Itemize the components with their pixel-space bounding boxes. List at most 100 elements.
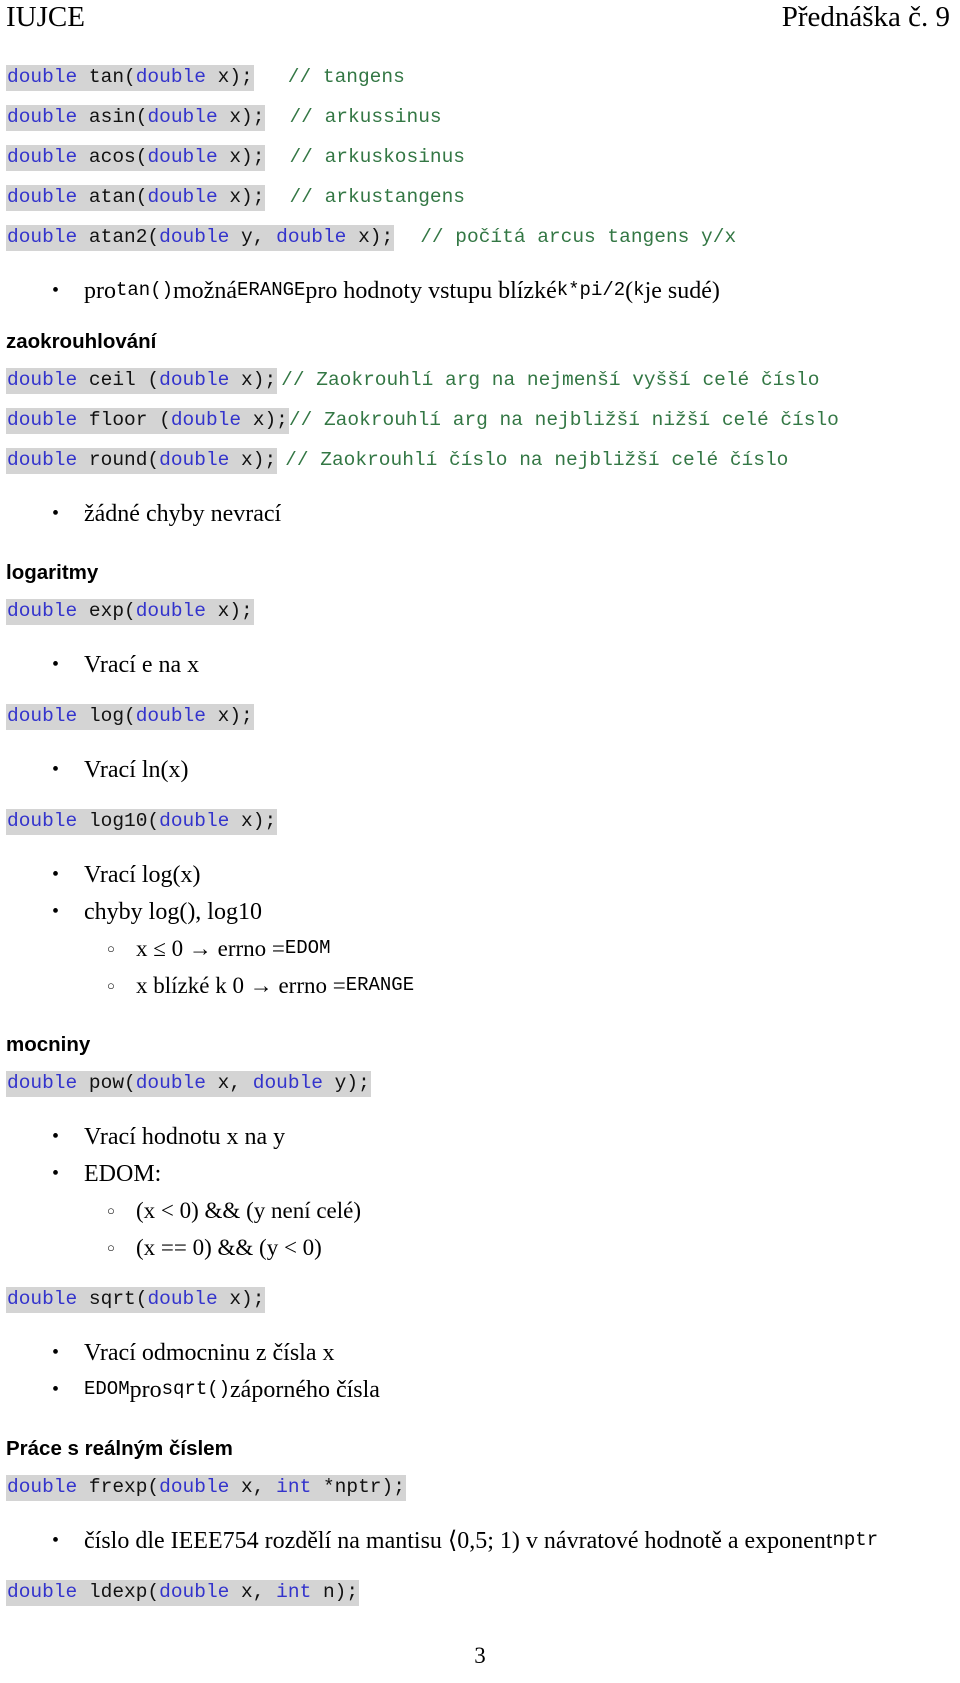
code-keyword: int xyxy=(276,1581,312,1604)
code-tail: x); xyxy=(217,1288,265,1311)
code-keyword: double xyxy=(147,186,218,209)
inline-code: ERANGE xyxy=(345,974,415,996)
code-keyword: double xyxy=(276,226,347,249)
sub-bullet-list-pow-edom: (x < 0) && (y není celé) (x == 0) && (y … xyxy=(6,1192,952,1266)
code-line-ldexp: double ldexp(double x, int n); xyxy=(6,1573,952,1613)
list-item: x ≤ 0 → errno = EDOM xyxy=(6,930,952,967)
code-keyword: double xyxy=(159,369,230,392)
inline-code: nptr xyxy=(832,1529,879,1551)
bullet-list-exp: Vrací e na x xyxy=(6,646,952,683)
list-item: pro tan() možná ERANGE pro hodnoty vstup… xyxy=(6,272,952,309)
section-heading-logarithms: logaritmy xyxy=(6,560,99,584)
code-keyword: double xyxy=(147,106,218,129)
inline-code: tan() xyxy=(116,279,174,301)
bullet-list-log: Vrací ln(x) xyxy=(6,751,952,788)
list-item: x blízké k 0 → errno = ERANGE xyxy=(6,967,952,1004)
code-function-name: ldexp( xyxy=(77,1581,160,1604)
code-keyword: double xyxy=(159,449,230,472)
code-tail: x); xyxy=(229,810,277,833)
code-mid: x, xyxy=(229,1581,277,1604)
bullet-list-sqrt: Vrací odmocninu z čísla x EDOM pro sqrt(… xyxy=(6,1334,952,1408)
code-keyword: double xyxy=(170,409,242,432)
code-keyword: double xyxy=(7,1288,78,1311)
code-comment: // Zaokrouhlí číslo na nejbližší celé čí… xyxy=(285,449,789,472)
code-tail: x); xyxy=(205,66,253,89)
code-line-ceil: double ceil (double x); // Zaokrouhlí ar… xyxy=(6,361,952,401)
code-keyword: double xyxy=(159,226,230,249)
code-keyword: double xyxy=(7,146,78,169)
list-item: EDOM pro sqrt() záporného čísla xyxy=(6,1371,952,1408)
code-keyword: double xyxy=(7,226,78,249)
code-tail: x); xyxy=(205,705,253,728)
code-tail: x); xyxy=(229,369,277,392)
code-keyword: double xyxy=(7,409,78,432)
code-line-asin: double asin(double x); // arkussinus xyxy=(6,98,952,138)
code-keyword: double xyxy=(7,600,78,623)
code-keyword: double xyxy=(252,1072,323,1095)
header-lecture-title: Přednáška č. 9 xyxy=(781,1,950,33)
code-function-name: asin( xyxy=(77,106,148,129)
code-keyword: double xyxy=(7,810,78,833)
list-item: Vrací e na x xyxy=(6,646,952,683)
list-item: chyby log(), log10 xyxy=(6,893,952,930)
code-tail: y); xyxy=(322,1072,370,1095)
bullet-text-part: ( xyxy=(625,277,634,304)
code-keyword: double xyxy=(7,106,78,129)
code-tail: x); xyxy=(241,409,288,432)
list-item: Vrací ln(x) xyxy=(6,751,952,788)
page-number: 3 xyxy=(474,1643,486,1668)
bullet-text-part: číslo dle IEEE754 rozdělí na mantisu ⟨0,… xyxy=(84,1527,833,1554)
code-line-tan: double tan(double x); // tangens xyxy=(6,58,952,98)
inline-code: EDOM xyxy=(284,937,331,959)
bullet-list-log10: Vrací log(x) chyby log(), log10 xyxy=(6,856,952,930)
code-function-name: log10( xyxy=(77,810,160,833)
code-function-name: tan( xyxy=(77,66,136,89)
section-heading-rounding: zaokrouhlování xyxy=(6,329,157,353)
code-keyword: double xyxy=(135,705,206,728)
code-keyword: double xyxy=(7,1072,78,1095)
code-keyword: double xyxy=(135,66,206,89)
code-comment: // arkuskosinus xyxy=(289,146,465,169)
document-content: double tan(double x); // tangens double … xyxy=(0,58,960,1613)
code-comment: // arkussinus xyxy=(289,106,442,129)
code-line-floor: double floor (double x); // Zaokrouhlí a… xyxy=(6,401,952,441)
code-keyword: double xyxy=(147,1288,218,1311)
bullet-text-part: pro hodnoty vstupu blízké xyxy=(305,277,557,304)
code-function-name: exp( xyxy=(77,600,136,623)
code-function-name: atan2( xyxy=(77,226,160,249)
code-line-frexp: double frexp(double x, int *nptr); xyxy=(6,1468,952,1508)
document-page: IUJCE Přednáška č. 9 double tan(double x… xyxy=(0,0,960,1683)
code-tail: *nptr); xyxy=(311,1476,405,1499)
code-function-name: log( xyxy=(77,705,136,728)
inline-code: sqrt() xyxy=(161,1378,231,1400)
code-line-atan2: double atan2(double y, double x); // poč… xyxy=(6,218,952,258)
code-keyword: int xyxy=(276,1476,312,1499)
bullet-list-no-errors: žádné chyby nevrací xyxy=(6,495,952,532)
sub-bullet-list-log-errors: x ≤ 0 → errno = EDOM x blízké k 0 → errn… xyxy=(6,930,952,1004)
code-function-name: floor ( xyxy=(77,409,171,432)
code-keyword: double xyxy=(135,600,206,623)
inline-code: EDOM xyxy=(84,1378,130,1400)
code-function-name: atan( xyxy=(77,186,148,209)
code-tail: n); xyxy=(311,1581,359,1604)
code-line-sqrt: double sqrt(double x); xyxy=(6,1280,952,1320)
list-item: EDOM: xyxy=(6,1155,952,1192)
code-mid: x, xyxy=(229,1476,277,1499)
code-keyword: double xyxy=(7,369,78,392)
code-line-pow: double pow(double x, double y); xyxy=(6,1064,952,1104)
code-tail: x); xyxy=(205,600,253,623)
section-heading-powers: mocniny xyxy=(6,1032,91,1056)
header-course-code: IUJCE xyxy=(6,1,85,33)
code-line-round: double round(double x); // Zaokrouhlí čí… xyxy=(6,441,952,481)
bullet-list-frexp: číslo dle IEEE754 rozdělí na mantisu ⟨0,… xyxy=(6,1522,952,1559)
code-function-name: frexp( xyxy=(77,1476,160,1499)
bullet-text-part: možná xyxy=(173,277,237,304)
code-function-name: ceil ( xyxy=(77,369,160,392)
code-tail: x); xyxy=(229,449,277,472)
code-keyword: double xyxy=(7,449,78,472)
code-tail: x); xyxy=(217,146,265,169)
sub-bullet-text: x blízké k 0 → errno = xyxy=(136,973,346,998)
bullet-list-tan: pro tan() možná ERANGE pro hodnoty vstup… xyxy=(6,272,952,309)
code-comment: // tangens xyxy=(287,66,405,89)
inline-code: k xyxy=(633,279,645,301)
